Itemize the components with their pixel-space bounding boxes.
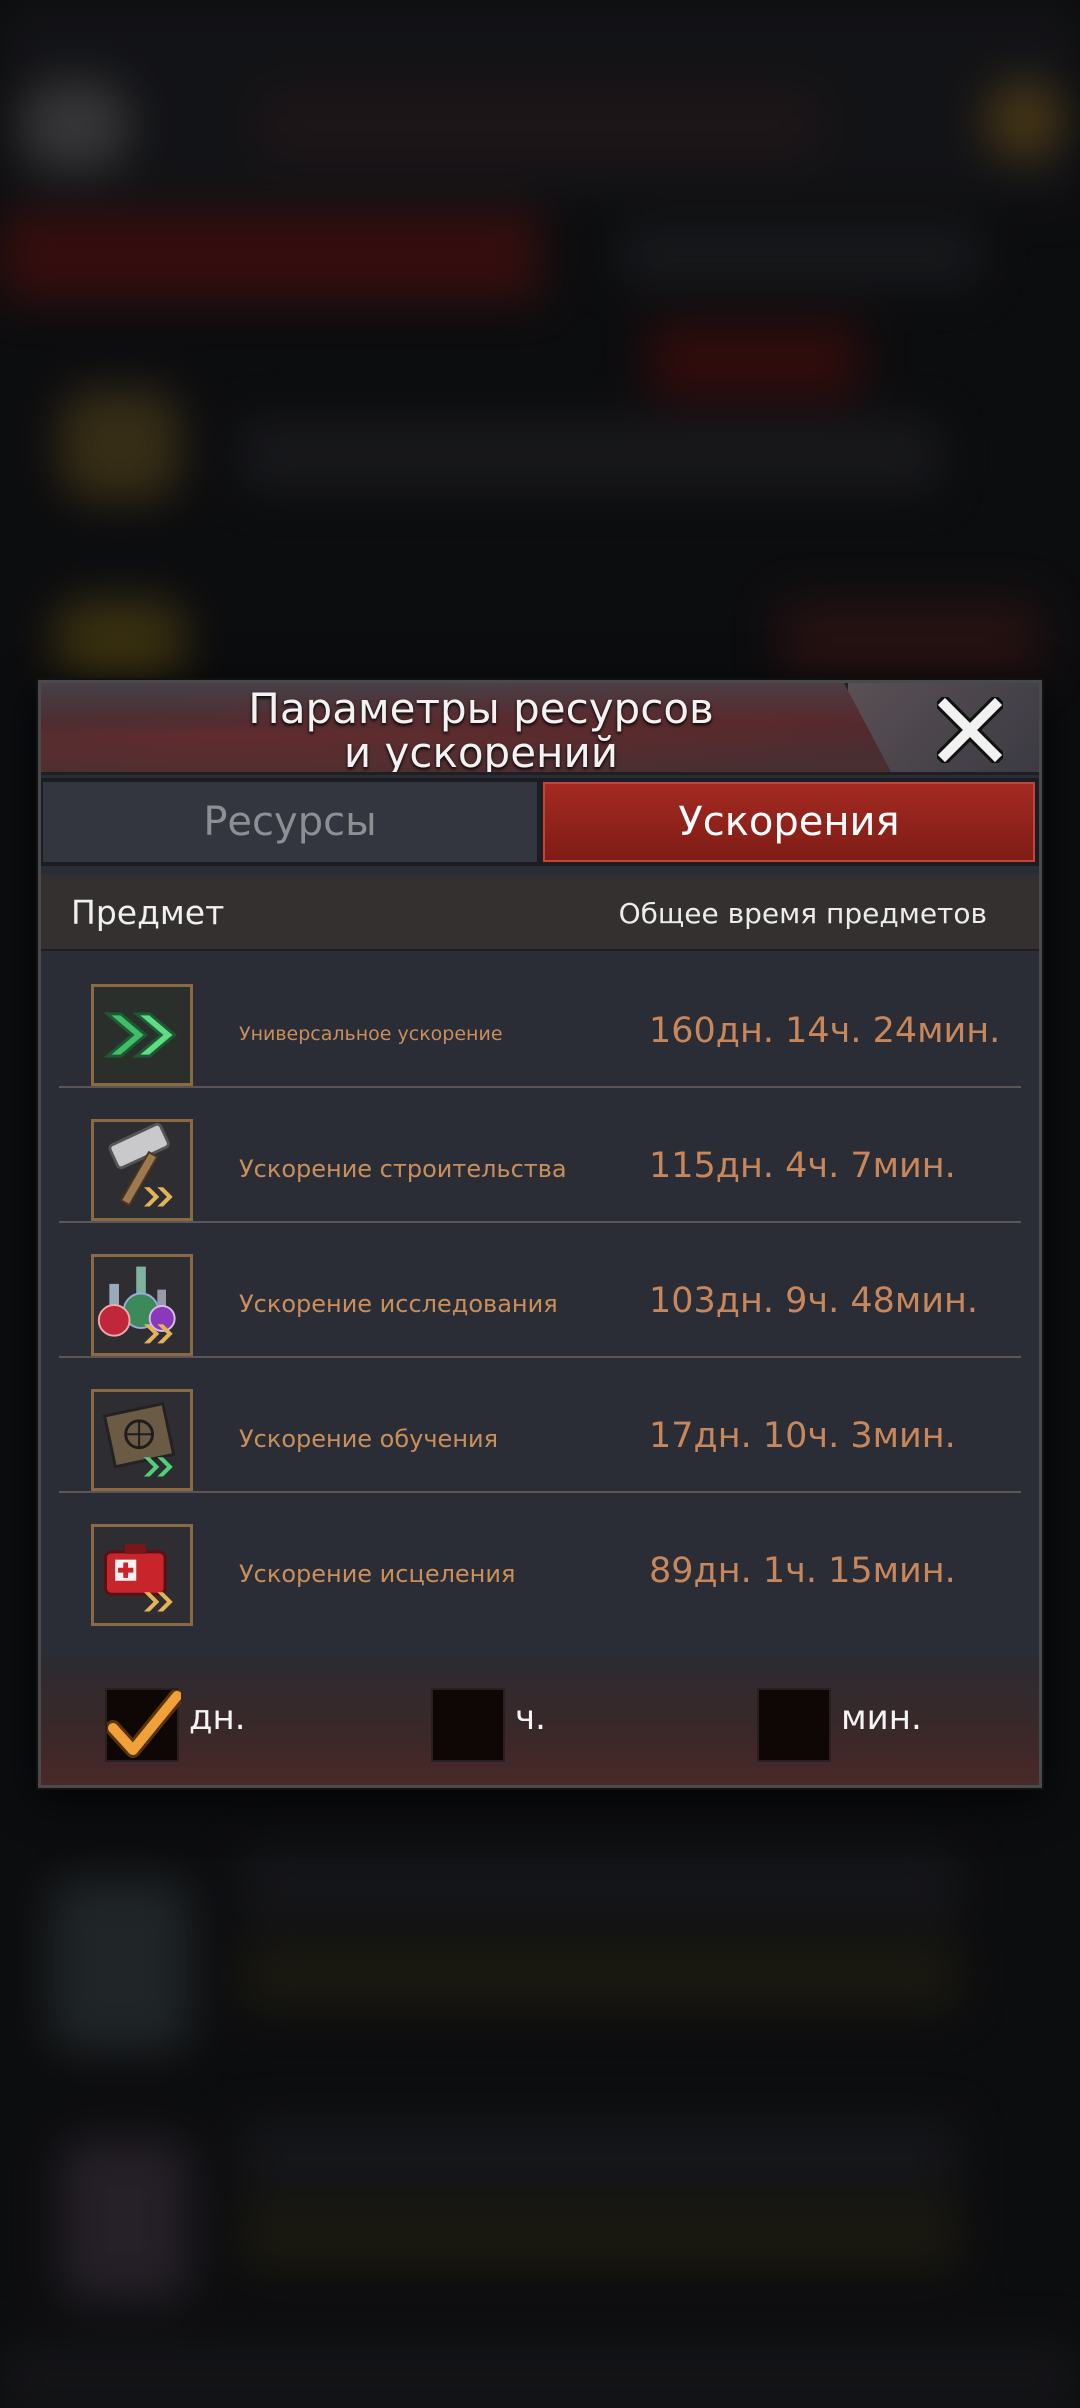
list-item: Ускорение обучения 17дн. 10ч. 3мин. bbox=[59, 1358, 1021, 1493]
tab-speedups[interactable]: Ускорения bbox=[543, 782, 1035, 862]
list-item: Универсальное ускорение 160дн. 14ч. 24ми… bbox=[59, 953, 1021, 1088]
research-speedup-icon bbox=[91, 1254, 193, 1356]
training-speedup-icon bbox=[91, 1389, 193, 1491]
close-button[interactable] bbox=[933, 693, 1007, 767]
close-button-frame bbox=[844, 683, 1039, 772]
close-icon bbox=[933, 693, 1007, 767]
column-item-label: Предмет bbox=[71, 893, 225, 932]
universal-speedup-icon bbox=[91, 984, 193, 1086]
healing-speedup-icon bbox=[91, 1524, 193, 1626]
column-total-time-label: Общее время предметов bbox=[618, 897, 987, 930]
tab-bar: Ресурсы Ускорения bbox=[41, 778, 1039, 866]
item-time: 17дн. 10ч. 3мин. bbox=[649, 1416, 956, 1456]
minutes-label: мин. bbox=[841, 1698, 922, 1738]
hours-label: ч. bbox=[515, 1698, 546, 1738]
days-checkbox[interactable] bbox=[105, 1688, 181, 1762]
item-time: 89дн. 1ч. 15мин. bbox=[649, 1551, 956, 1591]
tab-resources[interactable]: Ресурсы bbox=[43, 782, 537, 862]
hours-checkbox[interactable] bbox=[431, 1688, 505, 1762]
speedups-dialog: Параметры ресурсов и ускорений Ресурсы У… bbox=[38, 680, 1042, 1788]
dialog-title: Параметры ресурсов и ускорений bbox=[248, 684, 714, 775]
list-item: Ускорение строительства 115дн. 4ч. 7мин. bbox=[59, 1088, 1021, 1223]
item-name: Ускорение строительства bbox=[239, 1155, 567, 1183]
unit-toggle-bar: дн. ч. мин. bbox=[41, 1658, 1039, 1785]
speedup-list: Универсальное ускорение 160дн. 14ч. 24ми… bbox=[59, 953, 1021, 1628]
item-time: 115дн. 4ч. 7мин. bbox=[649, 1146, 956, 1186]
dialog-header: Параметры ресурсов и ускорений bbox=[41, 683, 1039, 775]
item-name: Ускорение исследования bbox=[239, 1290, 558, 1318]
minutes-checkbox[interactable] bbox=[757, 1688, 831, 1762]
construction-speedup-icon bbox=[91, 1119, 193, 1221]
column-header: Предмет Общее время предметов bbox=[41, 875, 1039, 951]
item-name: Универсальное ускорение bbox=[239, 1023, 503, 1045]
checkmark-icon bbox=[107, 1690, 181, 1758]
item-name: Ускорение обучения bbox=[239, 1425, 499, 1453]
days-label: дн. bbox=[189, 1698, 246, 1738]
list-item: Ускорение исследования 103дн. 9ч. 48мин. bbox=[59, 1223, 1021, 1358]
item-name: Ускорение исцеления bbox=[239, 1560, 516, 1588]
item-time: 103дн. 9ч. 48мин. bbox=[649, 1281, 979, 1321]
item-time: 160дн. 14ч. 24мин. bbox=[649, 1011, 1001, 1051]
list-item: Ускорение исцеления 89дн. 1ч. 15мин. bbox=[59, 1493, 1021, 1628]
